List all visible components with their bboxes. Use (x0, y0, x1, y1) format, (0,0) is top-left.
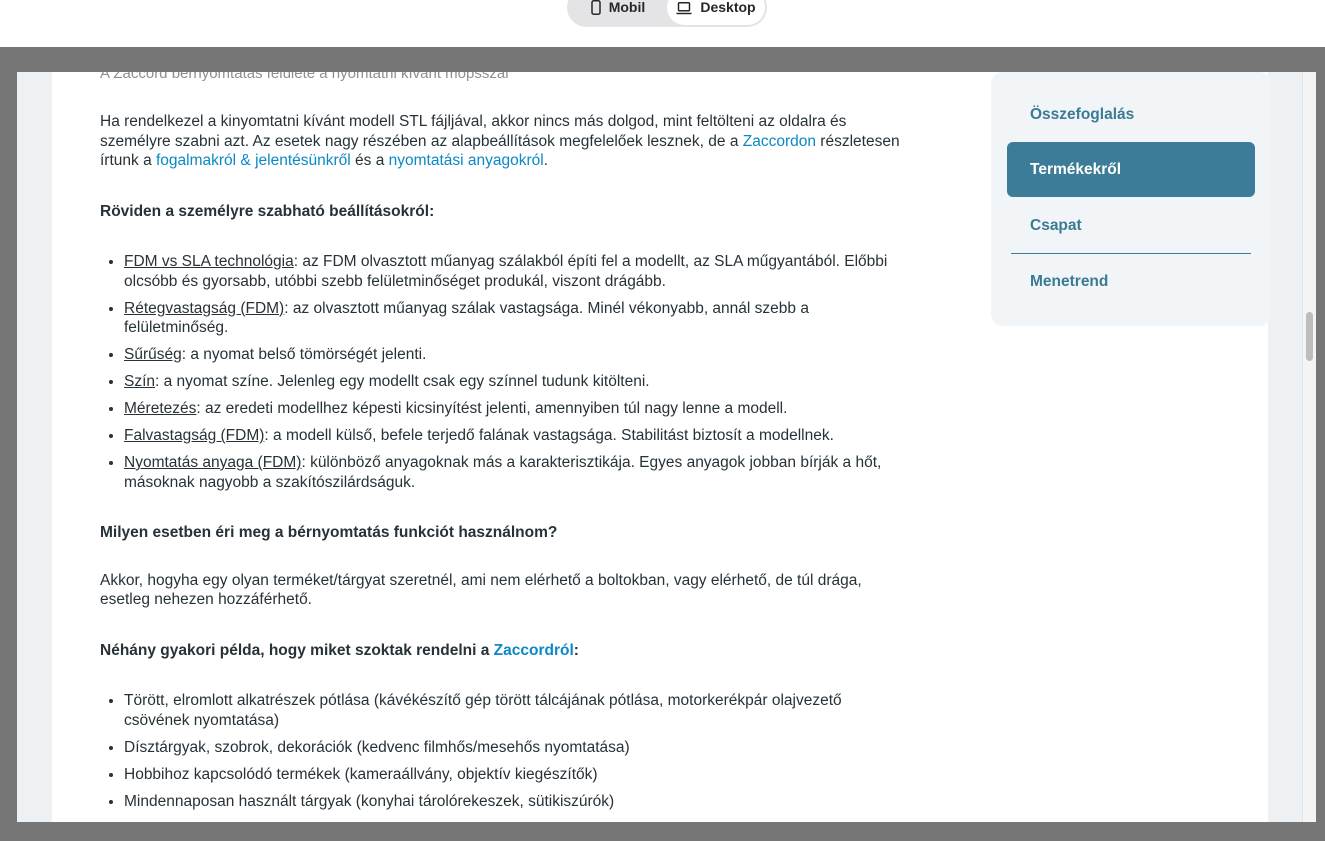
setting-term: Méretezés (124, 400, 197, 417)
scrollbar-thumb[interactable] (1306, 312, 1313, 361)
setting-term: Sűrűség (124, 346, 182, 363)
zaccordon-link[interactable]: Zaccordon (743, 133, 816, 150)
desktop-view-button[interactable]: Desktop (667, 0, 765, 25)
example-item: Dísztárgyak, szobrok, dekorációk (kedven… (124, 738, 910, 758)
settings-item: Falvastagság (FDM): a modell külső, befe… (124, 426, 910, 446)
examples-heading: Néhány gyakori példa, hogy miket szoktak… (100, 641, 910, 661)
frame-bottom-edge (0, 822, 1325, 841)
settings-item: Rétegvastagság (FDM): az olvasztott műan… (124, 299, 910, 338)
settings-item: Nyomtatás anyaga (FDM): különböző anyago… (124, 453, 910, 492)
mobile-view-label: Mobil (608, 0, 646, 15)
intro-text-4: . (543, 152, 549, 169)
when-paragraph: Akkor, hogyha egy olyan terméket/tárgyat… (100, 571, 862, 609)
preview-frame: A Zaccord bérnyomtatás felülete a nyomta… (0, 47, 1325, 841)
image-caption: A Zaccord bérnyomtatás felülete a nyomta… (100, 72, 509, 82)
phone-icon (590, 0, 601, 15)
table-of-contents: Összefoglalás Termékekről Csapat Menetre… (991, 72, 1271, 326)
toc-item-termekekrol[interactable]: Termékekről (1007, 142, 1255, 197)
zaccordrol-link[interactable]: Zaccordról (494, 642, 574, 659)
examples-heading-suffix: : (573, 641, 579, 659)
terms-link[interactable]: fogalmakról & jelentésünkről (156, 152, 351, 169)
page-viewport: A Zaccord bérnyomtatás felülete a nyomta… (17, 72, 1316, 822)
settings-item: Szín: a nyomat színe. Jelenleg egy model… (124, 372, 910, 392)
when-heading: Milyen esetben éri meg a bérnyomtatás fu… (100, 524, 558, 541)
setting-term: Nyomtatás anyaga (FDM) (124, 454, 302, 471)
settings-item: Sűrűség: a nyomat belső tömörségét jelen… (124, 345, 910, 365)
toc-item-menetrend[interactable]: Menetrend (1007, 254, 1255, 309)
intro-text-1: Ha rendelkezel a kinyomtatni kívánt mode… (100, 113, 847, 150)
toc-item-csapat[interactable]: Csapat (1007, 198, 1255, 253)
article-body: A Zaccord bérnyomtatás felülete a nyomta… (100, 72, 910, 819)
settings-item: Méretezés: az eredeti modellhez képesti … (124, 399, 910, 419)
intro-text-3: és a (350, 152, 389, 169)
intro-paragraph: Ha rendelkezel a kinyomtatni kívánt mode… (100, 112, 910, 171)
setting-term: Falvastagság (FDM) (124, 427, 265, 444)
setting-desc: : a nyomat belső tömörségét jelenti. (181, 346, 427, 363)
scrollbar[interactable] (1302, 72, 1316, 822)
example-item: Hobbihoz kapcsolódó termékek (kameraállv… (124, 765, 910, 785)
example-item: Mindennaposan használt tárgyak (konyhai … (124, 792, 910, 812)
setting-desc: : a modell külső, befele terjedő falának… (264, 427, 834, 444)
setting-term: Szín (124, 373, 156, 390)
setting-desc: : a nyomat színe. Jelenleg egy modellt c… (155, 373, 650, 390)
preview-topbar: Mobil Desktop (0, 0, 1325, 47)
settings-item: FDM vs SLA technológia: az FDM olvasztot… (124, 252, 910, 291)
toc-item-osszefoglalas[interactable]: Összefoglalás (1007, 87, 1255, 142)
content-card: A Zaccord bérnyomtatás felülete a nyomta… (52, 72, 1271, 822)
setting-term: Rétegvastagság (FDM) (124, 299, 285, 317)
example-item: Törött, elromlott alkatrészek pótlása (k… (124, 691, 910, 730)
laptop-icon (676, 2, 692, 15)
desktop-view-label: Desktop (700, 0, 756, 15)
settings-heading: Röviden a személyre szabható beállítások… (100, 202, 435, 220)
setting-term: FDM vs SLA technológia (124, 253, 294, 270)
setting-desc: : az eredeti modellhez képesti kicsinyít… (196, 400, 788, 417)
settings-list: FDM vs SLA technológia: az FDM olvasztot… (100, 252, 910, 492)
examples-list: Törött, elromlott alkatrészek pótlása (k… (100, 691, 910, 811)
device-view-toggle: Mobil Desktop (567, 0, 767, 27)
examples-heading-prefix: Néhány gyakori példa, hogy miket szoktak… (100, 641, 494, 659)
mobile-view-button[interactable]: Mobil (569, 0, 667, 25)
materials-link[interactable]: nyomtatási anyagokról (389, 152, 544, 169)
